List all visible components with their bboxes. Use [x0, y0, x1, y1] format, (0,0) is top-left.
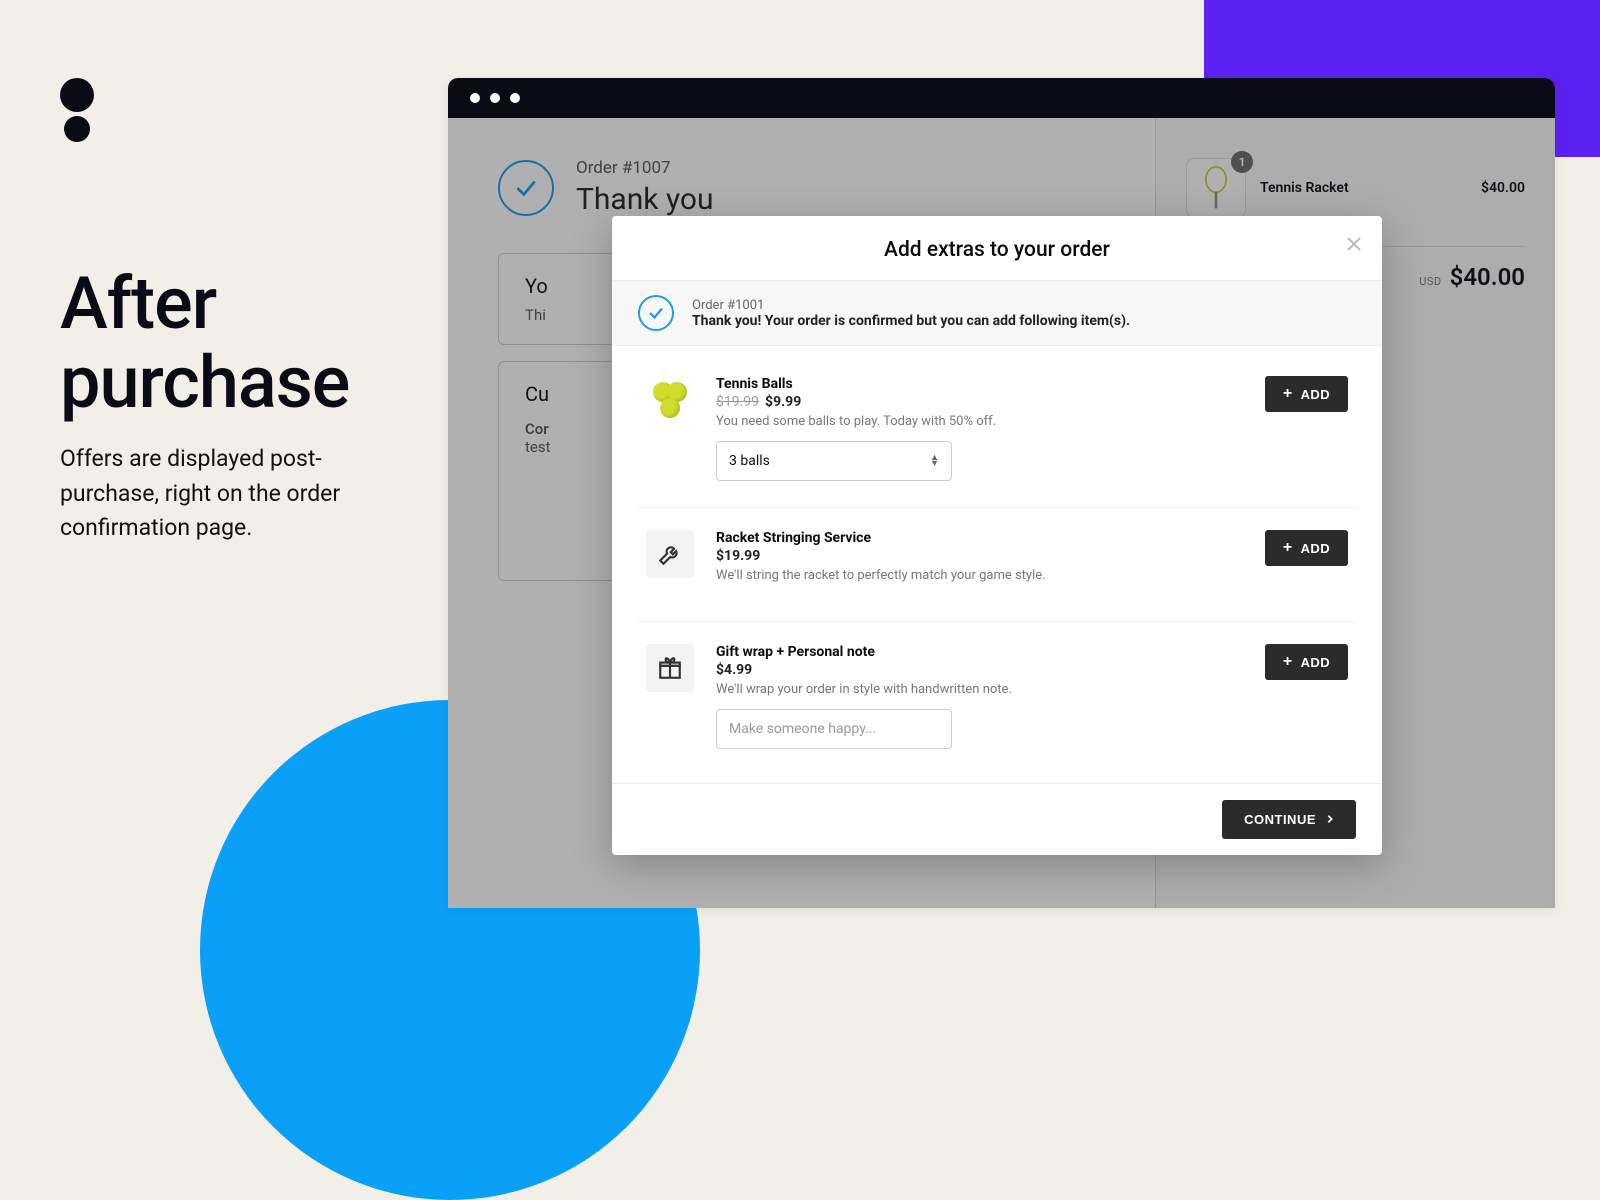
offer-item: Racket Stringing Service $19.99 We'll st… — [638, 508, 1356, 622]
add-button[interactable]: + ADD — [1265, 530, 1348, 566]
note-input[interactable] — [716, 709, 952, 749]
marketing-headline: After purchase — [60, 264, 349, 422]
add-button[interactable]: + ADD — [1265, 644, 1348, 680]
plus-icon: + — [1283, 386, 1293, 402]
offer-price: $4.99 — [716, 662, 1243, 678]
add-label: ADD — [1301, 655, 1330, 670]
headline-line: purchase — [60, 343, 349, 422]
stepper-icon: ▲▼ — [930, 455, 939, 467]
window-dot-icon — [510, 93, 520, 103]
window-dot-icon — [470, 93, 480, 103]
currency-label: USD — [1419, 275, 1441, 288]
offer-desc: You need some balls to play. Today with … — [716, 414, 1243, 429]
offer-old-price: $19.99 — [716, 394, 759, 410]
offer-desc: We'll string the racket to perfectly mat… — [716, 568, 1243, 583]
modal-title: Add extras to your order — [884, 238, 1110, 262]
upsell-modal: Add extras to your order Order #1001 Tha… — [612, 216, 1382, 855]
offer-title: Tennis Balls — [716, 376, 1243, 392]
offer-title: Gift wrap + Personal note — [716, 644, 1243, 660]
variant-select[interactable]: 3 balls ▲▼ — [716, 441, 952, 481]
chevron-right-icon — [1326, 812, 1334, 827]
offer-price: $19.99 $9.99 — [716, 394, 1243, 410]
gift-icon — [646, 644, 694, 692]
order-thank-you: Thank you — [576, 182, 714, 217]
cart-thumb: 1 — [1186, 158, 1246, 218]
modal-subheader: Order #1001 Thank you! Your order is con… — [612, 280, 1382, 346]
headline-line: After — [60, 264, 349, 343]
offer-new-price: $9.99 — [765, 394, 801, 410]
offer-price: $19.99 — [716, 548, 1243, 564]
plus-icon: + — [1283, 654, 1293, 670]
modal-confirm-text: Thank you! Your order is confirmed but y… — [692, 313, 1130, 329]
modal-order-number: Order #1001 — [692, 298, 1130, 313]
offer-title: Racket Stringing Service — [716, 530, 1243, 546]
racket-icon — [1199, 166, 1233, 210]
cart-item-price: $40.00 — [1481, 180, 1525, 196]
cart-item: 1 Tennis Racket $40.00 — [1186, 158, 1525, 218]
add-button[interactable]: + ADD — [1265, 376, 1348, 412]
checkmark-icon — [638, 295, 674, 331]
offer-list: Tennis Balls $19.99 $9.99 You need some b… — [612, 346, 1382, 783]
cart-item-name: Tennis Racket — [1260, 180, 1467, 196]
window-dot-icon — [490, 93, 500, 103]
modal-header: Add extras to your order — [612, 216, 1382, 280]
qty-badge: 1 — [1231, 151, 1253, 173]
add-label: ADD — [1301, 387, 1330, 402]
close-icon[interactable] — [1346, 234, 1362, 258]
offer-item: Gift wrap + Personal note $4.99 We'll wr… — [638, 622, 1356, 775]
browser-titlebar — [448, 78, 1555, 118]
modal-footer: CONTINUE — [612, 783, 1382, 855]
add-label: ADD — [1301, 541, 1330, 556]
select-value: 3 balls — [729, 453, 770, 469]
total-amount: $40.00 — [1450, 263, 1525, 291]
order-number: Order #1007 — [576, 158, 714, 178]
continue-label: CONTINUE — [1244, 812, 1316, 827]
checkmark-icon — [498, 160, 554, 216]
brand-logo — [60, 78, 94, 142]
offer-desc: We'll wrap your order in style with hand… — [716, 682, 1243, 697]
tennis-balls-icon — [646, 376, 694, 424]
marketing-subtext: Offers are displayed post-purchase, righ… — [60, 442, 400, 546]
plus-icon: + — [1283, 540, 1293, 556]
offer-item: Tennis Balls $19.99 $9.99 You need some b… — [638, 354, 1356, 508]
wrench-icon — [646, 530, 694, 578]
continue-button[interactable]: CONTINUE — [1222, 800, 1356, 839]
